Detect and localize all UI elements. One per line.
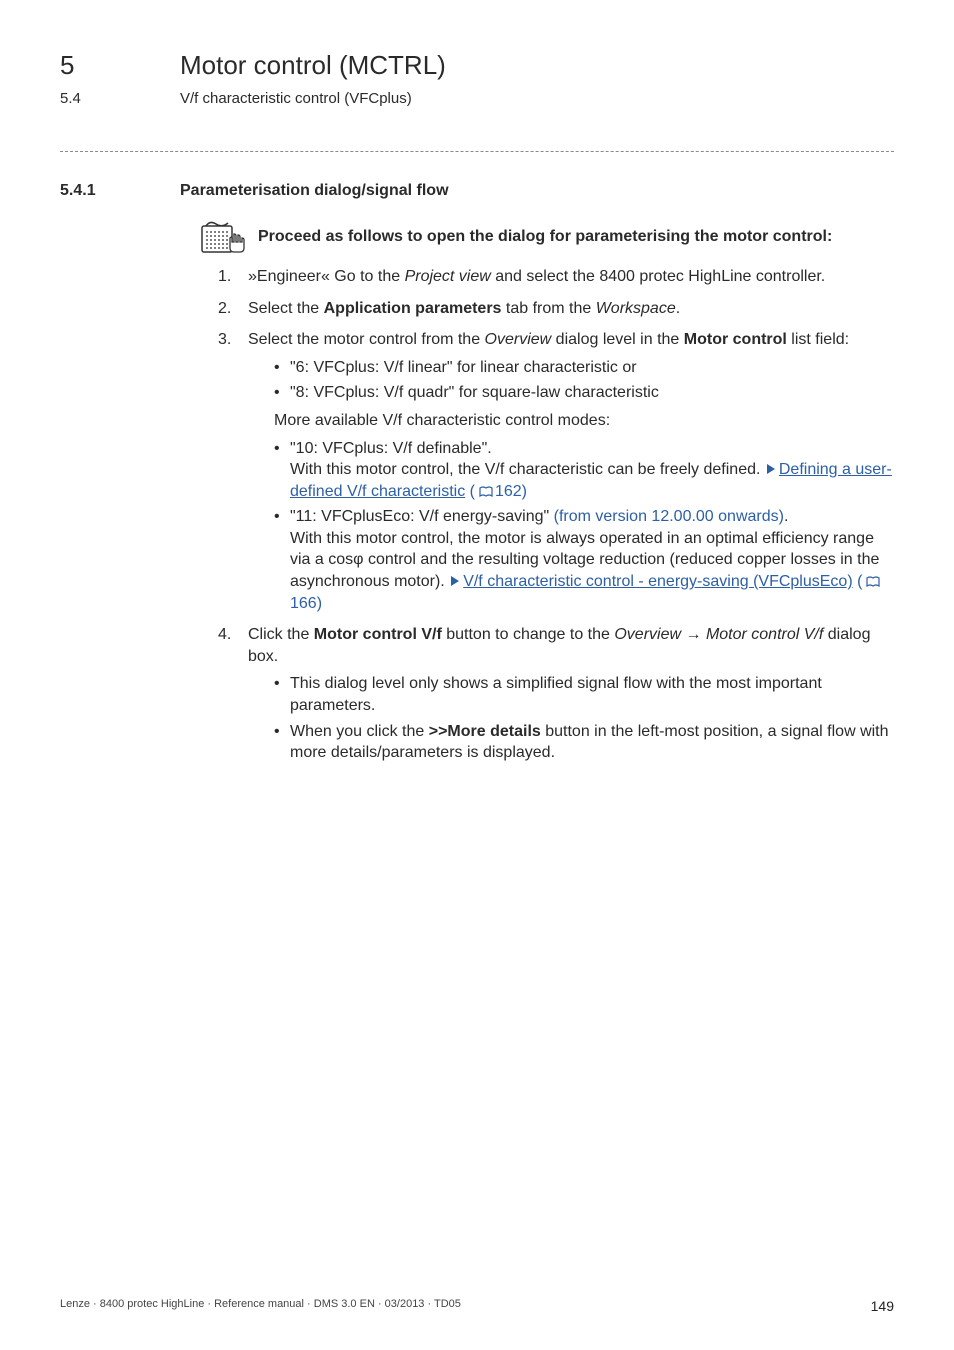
step-3-text-a: Select the motor control from the [248,331,485,348]
step-1-number: 1. [218,266,231,288]
step-3-bullet-4: "11: VFCplusEco: V/f energy-saving" (fro… [274,506,894,614]
section-title: V/f characteristic control (VFCplus) [180,89,412,109]
procedure-icon [200,220,248,254]
step-1-text-b: and select the 8400 protec HighLine cont… [491,268,825,285]
step-3-bullet-1: "6: VFCplus: V/f linear" for linear char… [274,357,894,379]
step-4-bullet-1: This dialog level only shows a simplifie… [274,673,894,716]
step-2-text-a: Select the [248,300,324,317]
step-2-text-b: tab from the [501,300,595,317]
footer-left: Lenze · 8400 protec HighLine · Reference… [60,1297,461,1316]
step-3-bullet-4-version-note: (from version 12.00.00 onwards) [554,508,784,525]
step-3-bullet-4-head-a: "11: VFCplusEco: V/f energy-saving" [290,508,554,525]
procedure-heading: Proceed as follows to open the dialog fo… [258,226,832,248]
step-2-italic: Workspace [596,300,676,317]
step-2: 2. Select the Application parameters tab… [218,298,894,320]
link-vfcpluseco[interactable]: V/f characteristic control - energy-savi… [463,573,852,590]
subsection-title: Parameterisation dialog/signal flow [180,180,449,202]
step-3: 3. Select the motor control from the Ove… [218,329,894,614]
step-4-bullet-2-bold: >>More details [429,723,541,740]
chapter-number: 5 [60,48,140,83]
step-3-bullet-3-head: "10: VFCplus: V/f definable". [290,440,492,457]
step-1-text-a: »Engineer« Go to the [248,268,405,285]
step-4-text-a: Click the [248,626,314,643]
chapter-title: Motor control (MCTRL) [180,48,446,83]
step-4-arrow: → [681,626,706,643]
step-2-number: 2. [218,298,231,320]
step-4-bold: Motor control V/f [314,626,442,643]
step-3-bullet-4-head-b: . [784,508,788,525]
step-3-bullet-2: "8: VFCplus: V/f quadr" for square-law c… [274,382,894,404]
step-2-text-c: . [676,300,680,317]
step-1-italic: Project view [405,268,491,285]
step-3-text-b: dialog level in the [551,331,684,348]
step-4-text-b: button to change to the [442,626,615,643]
step-3-bullet-3: "10: VFCplus: V/f definable". With this … [274,438,894,503]
section-divider [60,151,894,152]
triangle-icon [451,576,459,586]
book-icon [479,486,493,498]
page-ref-162: (162) [470,483,527,500]
step-3-text-c: list field: [787,331,849,348]
triangle-icon [767,464,775,474]
book-icon [866,576,880,588]
section-number: 5.4 [60,89,140,109]
page-number: 149 [871,1297,894,1316]
step-3-bold: Motor control [684,331,787,348]
step-4-number: 4. [218,624,231,646]
step-4: 4. Click the Motor control V/f button to… [218,624,894,764]
step-2-bold: Application parameters [324,300,502,317]
step-4-italic-2: Motor control V/f [706,626,823,643]
step-4-bullet-2: When you click the >>More details button… [274,721,894,764]
step-4-bullet-2-a: When you click the [290,723,429,740]
step-4-italic-1: Overview [614,626,681,643]
subsection-number: 5.4.1 [60,180,140,202]
step-1: 1. »Engineer« Go to the Project view and… [218,266,894,288]
step-3-number: 3. [218,329,231,351]
step-3-italic-1: Overview [485,331,552,348]
step-3-bullet-3-line2a: With this motor control, the V/f charact… [290,461,765,478]
step-3-more: More available V/f characteristic contro… [274,410,894,432]
